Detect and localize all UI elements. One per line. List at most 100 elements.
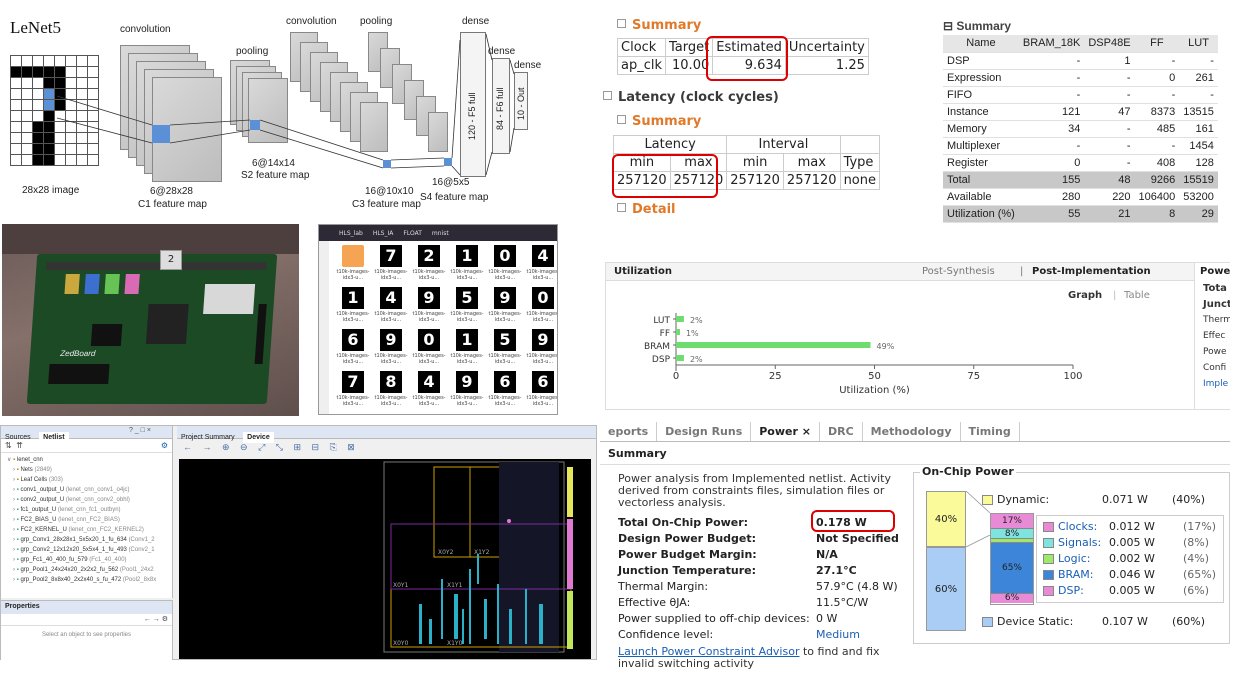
graph-toggle[interactable]: Graph <box>1068 290 1102 301</box>
digit-file[interactable]: 1 t10k-images-idx3-u... <box>449 329 485 366</box>
report-tab[interactable]: Power × <box>751 422 820 441</box>
digit-file[interactable]: 6 t10k-images-idx3-u... <box>487 371 523 408</box>
power-row-value: 27.1°C <box>816 564 857 577</box>
static-bar: 60% <box>926 547 966 631</box>
netlist-tab[interactable]: Netlist <box>39 432 69 443</box>
digit-file[interactable]: 1 t10k-images-idx3-u... <box>335 287 371 324</box>
utilization-bar[interactable] <box>676 342 871 348</box>
power-side-panel: Powe Tota Junct Therm Effec Powe Confi Imple <box>1194 263 1230 409</box>
power-side-item: Tota <box>1203 283 1227 294</box>
dynamic-legend: Dynamic: 0.071 W (40%) <box>982 493 1222 506</box>
digit-file[interactable]: 9 t10k-images-idx3-u... <box>487 287 523 324</box>
resource-row: FIFO - - - - <box>943 86 1218 104</box>
digit-file[interactable]: 0 t10k-images-idx3-u... <box>411 329 447 366</box>
digit-file[interactable]: 5 t10k-images-idx3-u... <box>487 329 523 366</box>
breakdown-item[interactable]: BRAM: 0.046 W (65%) <box>1043 568 1223 581</box>
report-tab[interactable]: eports <box>600 422 658 441</box>
digit-file[interactable]: 8 t10k-images-idx3-u... <box>373 371 409 408</box>
utilization-bar[interactable] <box>676 329 680 335</box>
digit-file[interactable]: 4 t10k-images-idx3-u... <box>411 371 447 408</box>
digit-file[interactable]: 9 t10k-images-idx3-u... <box>525 329 557 366</box>
netlist-tree-item[interactable]: › ▪ grp_Pool1_24x24x20_2x2x2_fu_562 (Poo… <box>5 565 168 575</box>
device-floorplan: X0Y2 X1Y2 X0Y0 X1Y0 X0Y1 X1Y1 <box>383 461 573 653</box>
report-tabs: eports Design Runs Power × DRC Methodology Ti… <box>600 422 1230 442</box>
device-view[interactable]: X0Y2 X1Y2 X0Y0 X1Y0 X0Y1 X1Y1 <box>179 459 591 659</box>
detail-heading[interactable]: Detail <box>617 202 676 214</box>
latency-summary-heading[interactable]: Summary <box>617 114 701 129</box>
digit-file[interactable]: 4 t10k-images-idx3-u... <box>373 287 409 324</box>
power-row-value[interactable]: Medium <box>816 628 860 641</box>
post-synthesis-tab[interactable]: Post-Synthesis <box>922 266 995 277</box>
post-implementation-tab[interactable]: Post-Implementation <box>1032 266 1151 277</box>
digit-file[interactable]: 0 t10k-images-idx3-u... <box>525 287 557 324</box>
netlist-tree-item[interactable]: › ▪ grp_Pool2_8x8x40_2x2x40_s_fu_472 (Po… <box>5 575 168 585</box>
digit-file[interactable]: 6 t10k-images-idx3-u... <box>525 371 557 408</box>
device-toolbar[interactable]: ← → ⊕ ⊖ ⤢ ⤡ ⊞ ⊟ ⎘ ⊠ <box>177 440 596 457</box>
digit-file[interactable]: 5 t10k-images-idx3-u... <box>449 287 485 324</box>
netlist-tree-item[interactable]: › ▪ conv1_output_U (lenet_cnn_conv1_o4jc… <box>5 485 168 495</box>
digit-file[interactable]: 7 t10k-images-idx3-u... <box>335 371 371 408</box>
netlist-tree-item[interactable]: › ▪ grp_Conv2_12x12x20_5x5x4_1_fu_493 (C… <box>5 545 168 555</box>
breakdown-item[interactable]: Signals: 0.005 W (8%) <box>1043 536 1223 549</box>
utilization-header: Utilization Post-Synthesis | Post-Implem… <box>606 263 1229 281</box>
power-side-item[interactable]: Imple <box>1203 379 1230 395</box>
netlist-tree-item[interactable]: › ▪ Leaf Cells (303) <box>5 475 168 485</box>
resource-col-header[interactable]: DSP48E <box>1084 35 1135 53</box>
digit-file[interactable]: 1 t10k-images-idx3-u... <box>449 245 485 282</box>
tab-hls-lab[interactable]: HLS_lab <box>339 230 363 237</box>
breakdown-item[interactable]: Clocks: 0.012 W (17%) <box>1043 520 1223 533</box>
resource-col-header[interactable]: FF <box>1134 35 1180 53</box>
digit-file[interactable]: 6 t10k-images-idx3-u... <box>335 329 371 366</box>
digit-file[interactable]: 0 t10k-images-idx3-u... <box>487 245 523 282</box>
folder-icon[interactable]: t10k-images-idx3-u... <box>335 245 371 282</box>
bar-value-label: 2% <box>690 355 703 364</box>
utilization-bar[interactable] <box>676 316 684 322</box>
netlist-tree-item[interactable]: › ▪ FC2_BIAS_U (lenet_cnn_FC2_BIAS) <box>5 515 168 525</box>
bar-value-label: 1% <box>686 329 699 338</box>
report-tab[interactable]: DRC <box>820 422 863 441</box>
resource-col-header[interactable]: Name <box>943 35 1019 53</box>
netlist-tree-item[interactable]: › ▪ FC2_KERNEL_U (lenet_cnn_FC2_KERNEL2) <box>5 525 168 535</box>
device-region-label: X1Y1 <box>447 582 463 589</box>
digit-file[interactable]: 2 t10k-images-idx3-u... <box>411 245 447 282</box>
report-tab[interactable]: Methodology <box>863 422 961 441</box>
resource-col-header[interactable]: LUT <box>1179 35 1218 53</box>
resource-row: Instance 121 47 8373 13515 <box>943 103 1218 121</box>
highlight-latency <box>612 154 718 198</box>
digit-file[interactable]: 9 t10k-images-idx3-u... <box>373 329 409 366</box>
digit-file[interactable]: 4 t10k-images-idx3-u... <box>525 245 557 282</box>
connector-lines <box>56 33 515 176</box>
netlist-tree-item[interactable]: ∨ ▪ lenet_cnn <box>5 455 168 465</box>
latency-heading[interactable]: Latency (clock cycles) <box>603 90 779 105</box>
power-row-label: Design Power Budget: <box>618 532 757 545</box>
digit-file[interactable]: 9 t10k-images-idx3-u... <box>411 287 447 324</box>
netlist-tree-item[interactable]: › ▪ grp_Fc1_40_400_fu_579 (Fc1_40_400) <box>5 555 168 565</box>
breakdown-item[interactable]: Logic: 0.002 W (4%) <box>1043 552 1223 565</box>
digit-file[interactable]: 7 t10k-images-idx3-u... <box>373 245 409 282</box>
tab-mnist[interactable]: mnist <box>432 230 449 237</box>
x-tick-label: 100 <box>1063 371 1082 382</box>
table-toggle[interactable]: Table <box>1124 290 1150 301</box>
dynamic-bar: 40% <box>926 491 966 547</box>
resource-row: Total 155 48 9266 15519 <box>943 171 1218 189</box>
netlist-tree-item[interactable]: › ▪ grp_Conv1_28x28x1_5x5x20_1_fu_634 (C… <box>5 535 168 545</box>
power-intro: Power analysis from Implemented netlist.… <box>618 472 892 509</box>
utilization-bar[interactable] <box>676 355 684 361</box>
report-tab[interactable]: Design Runs <box>657 422 752 441</box>
netlist-tree-item[interactable]: › ▪ Nets (2849) <box>5 465 168 475</box>
timing-summary-heading[interactable]: Summary <box>617 18 701 33</box>
tab-float[interactable]: FLOAT <box>403 230 422 237</box>
resource-row: DSP -1- - <box>943 52 1218 70</box>
power-side-item: Powe <box>1203 347 1227 357</box>
resource-summary-heading[interactable]: ⊟ Summary <box>943 19 1011 33</box>
tab-hls-ia[interactable]: HLS_IA <box>373 230 394 237</box>
report-tab[interactable]: Timing <box>961 422 1020 441</box>
power-row-label: Power Budget Margin: <box>618 548 757 561</box>
breakdown-item[interactable]: DSP: 0.005 W (6%) <box>1043 584 1223 597</box>
properties-panel: Properties ← → ⚙ Select an object to see… <box>1 600 173 660</box>
digit-file[interactable]: 9 t10k-images-idx3-u... <box>449 371 485 408</box>
netlist-tree-item[interactable]: › ▪ conv2_output_U (lenet_cnn_conv2_obhl… <box>5 495 168 505</box>
lenet-diagram: LeNet5 28x28 image convolution 6@28x28 C… <box>0 0 545 215</box>
resource-col-header[interactable]: BRAM_18K <box>1018 35 1085 53</box>
netlist-tree-item[interactable]: › ▪ fc1_output_U (lenet_cnn_fc1_outbyn) <box>5 505 168 515</box>
